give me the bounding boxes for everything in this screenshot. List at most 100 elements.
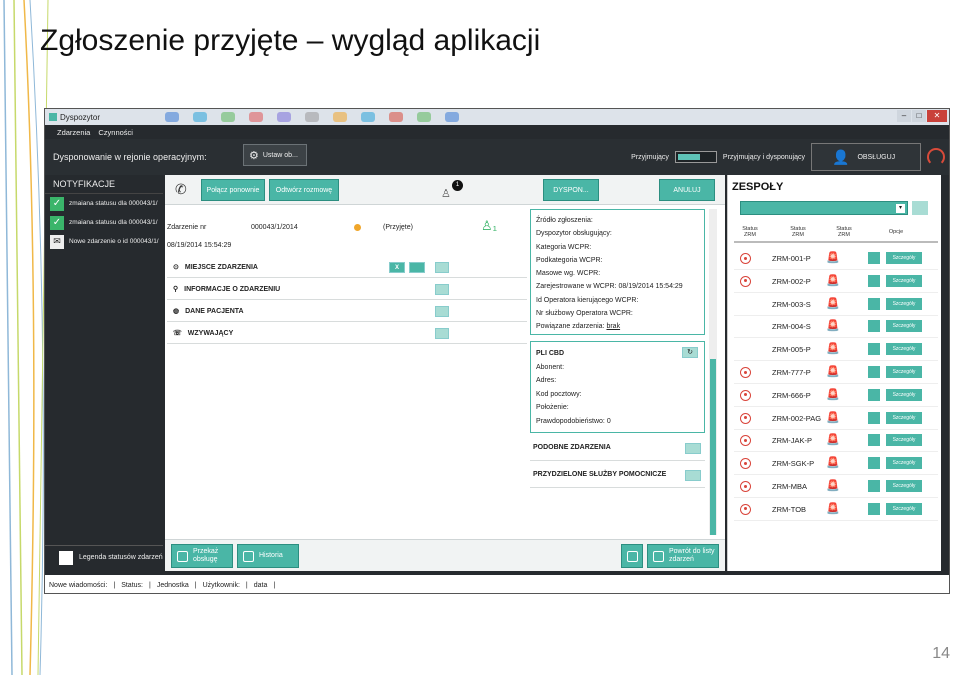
- check-icon: ✓: [50, 215, 64, 230]
- dispatch-button[interactable]: DYSPON...: [543, 179, 599, 201]
- expand-assigned-button[interactable]: [685, 470, 701, 481]
- close-button[interactable]: ✕: [927, 110, 947, 122]
- maximize-button[interactable]: □: [912, 110, 926, 122]
- reconnect-button[interactable]: Połącz ponownie: [201, 179, 265, 201]
- minimize-button[interactable]: –: [897, 110, 911, 122]
- notifications-panel: NOTYFIKACJE ✓ zmaiana statusu dla 000043…: [45, 175, 163, 575]
- section-patient[interactable]: ◍ DANE PACJENTA: [167, 301, 527, 322]
- team-action-button[interactable]: [868, 480, 880, 492]
- incident-number: 000043/1/2014: [251, 224, 298, 231]
- set-region-button[interactable]: ⚙ Ustaw ob...: [243, 144, 307, 166]
- team-action-button[interactable]: [868, 343, 880, 356]
- alarm-icon[interactable]: [740, 481, 751, 492]
- details-button[interactable]: Szczegóły: [886, 343, 922, 356]
- assigned-services-section[interactable]: PRZYDZIELONE SŁUŻBY POMOCNICZE: [530, 462, 705, 488]
- details-button[interactable]: Szczegóły: [886, 320, 922, 333]
- history-button[interactable]: Historia: [237, 544, 299, 568]
- expand-place-button[interactable]: [435, 262, 449, 273]
- related-link[interactable]: brak: [606, 323, 620, 330]
- details-button[interactable]: Szczegóły: [886, 502, 922, 515]
- team-row[interactable]: ZRM-SGK-P 🚨 Szczegóły: [734, 452, 938, 476]
- details-button[interactable]: Szczegóły: [886, 480, 922, 492]
- team-action-button[interactable]: [868, 502, 880, 515]
- expand-caller-button[interactable]: [435, 328, 449, 339]
- menu-item-actions[interactable]: Czynności: [98, 128, 133, 137]
- team-code: ZRM-MBA: [772, 482, 807, 491]
- team-action-button[interactable]: [868, 274, 880, 287]
- expand-similar-button[interactable]: [685, 443, 701, 454]
- detail-line: Masowe wg. WCPR:: [536, 270, 601, 278]
- alarm-icon[interactable]: [740, 389, 751, 401]
- handover-button[interactable]: Przekaż obsługę: [171, 544, 233, 568]
- siren-icon: 🚨: [826, 457, 840, 470]
- cancel-button[interactable]: ANULUJ: [659, 179, 715, 201]
- details-button[interactable]: Szczegóły: [886, 297, 922, 310]
- team-code: ZRM-001-P: [772, 254, 811, 263]
- team-row[interactable]: ZRM-JAK-P 🚨 Szczegóły: [734, 429, 938, 453]
- status-legend[interactable]: Legenda statusów zdarzeń: [45, 545, 163, 569]
- section-caller[interactable]: ☏ WZYWAJĄCY: [167, 323, 527, 344]
- similar-events-section[interactable]: PODOBNE ZDARZENIA: [530, 435, 705, 461]
- team-select[interactable]: ▾: [740, 201, 908, 215]
- menu-item-events[interactable]: Zdarzenia: [57, 128, 90, 137]
- team-row[interactable]: ZRM-TOB 🚨 Szczegóły: [734, 498, 938, 521]
- search-icon: ⚲: [173, 286, 179, 293]
- section-place[interactable]: ⊙ MIEJSCE ZDARZENIA X: [167, 257, 527, 278]
- details-button[interactable]: Szczegóły: [886, 366, 922, 378]
- back-to-list-button[interactable]: Powrót do listy zdarzeń: [647, 544, 719, 568]
- alarm-icon[interactable]: [740, 367, 751, 378]
- envelope-icon: ✉: [50, 234, 64, 249]
- team-row[interactable]: ZRM-002-P 🚨 Szczegóły: [734, 270, 938, 293]
- notification-item[interactable]: ✓ zmaiana statusu dla 000043/1/: [45, 213, 163, 232]
- team-action-button[interactable]: [868, 434, 880, 447]
- team-row[interactable]: ZRM-005-P 🚨 Szczegóły: [734, 338, 938, 362]
- details-button[interactable]: Szczegóły: [886, 252, 922, 264]
- team-action-button[interactable]: [868, 411, 880, 424]
- person-status-icon: ♙₁: [481, 218, 498, 233]
- team-action-button[interactable]: [868, 457, 880, 470]
- team-action-button[interactable]: [868, 252, 880, 264]
- refresh-icon[interactable]: ↻: [682, 347, 698, 358]
- team-action-button[interactable]: [868, 297, 880, 310]
- notification-item[interactable]: ✓ zmaiana statusu dla 000043/1/: [45, 194, 163, 213]
- details-button[interactable]: Szczegóły: [886, 434, 922, 447]
- notification-item[interactable]: ✉ Nowe zdarzenie o id 000043/1/: [45, 232, 163, 251]
- alarm-icon[interactable]: [740, 503, 751, 515]
- play-call-button[interactable]: Odtwórz rozmowę: [269, 179, 339, 201]
- alarm-icon[interactable]: [740, 275, 751, 287]
- team-row[interactable]: ZRM-001-P 🚨 Szczegóły: [734, 247, 938, 270]
- team-row[interactable]: ZRM-MBA 🚨 Szczegóły: [734, 475, 938, 498]
- headset-icon[interactable]: [927, 148, 945, 166]
- details-button[interactable]: Szczegóły: [886, 457, 922, 470]
- details-button[interactable]: Szczegóły: [886, 274, 922, 287]
- expand-info-button[interactable]: [435, 284, 449, 295]
- alarm-icon[interactable]: [740, 253, 751, 264]
- phone-icon[interactable]: ✆: [175, 181, 187, 198]
- serve-button[interactable]: 👤 OBSŁUGUJ: [811, 143, 921, 171]
- team-action-button[interactable]: [868, 320, 880, 333]
- scrollbar[interactable]: [709, 209, 717, 535]
- team-action-button[interactable]: [868, 366, 880, 378]
- team-filter-button[interactable]: [912, 201, 928, 215]
- section-info[interactable]: ⚲ INFORMACJE O ZDARZENIU: [167, 279, 527, 300]
- alarm-icon[interactable]: [740, 435, 751, 447]
- team-row[interactable]: ZRM-777-P 🚨 Szczegóły: [734, 361, 938, 384]
- details-button[interactable]: Szczegóły: [886, 388, 922, 401]
- locate-button[interactable]: [409, 262, 425, 273]
- team-row[interactable]: ZRM-003-S 🚨 Szczegóły: [734, 293, 938, 316]
- alarm-icon[interactable]: [740, 412, 751, 424]
- team-row[interactable]: ZRM-666-P 🚨 Szczegóły: [734, 384, 938, 407]
- expand-patient-button[interactable]: [435, 306, 449, 317]
- alarm-icon[interactable]: [740, 458, 751, 470]
- mode-toggle[interactable]: [674, 151, 717, 163]
- team-row[interactable]: ZRM-004-S 🚨 Szczegóły: [734, 315, 938, 339]
- team-action-button[interactable]: [868, 388, 880, 401]
- incident-panel: ✆ Połącz ponownie Odtwórz rozmowę ♙ 1 DY…: [165, 175, 725, 571]
- wcpr-details: Źródło zgłoszenia: Dyspozytor obsługując…: [530, 209, 705, 335]
- details-button[interactable]: Szczegóły: [886, 411, 922, 424]
- extra-action-button[interactable]: [621, 544, 643, 568]
- clear-place-button[interactable]: X: [389, 262, 405, 273]
- team-row[interactable]: ZRM-002-PAG 🚨 Szczegóły: [734, 407, 938, 430]
- team-code: ZRM-002-P: [772, 276, 811, 286]
- chevron-down-icon: ▾: [896, 204, 905, 213]
